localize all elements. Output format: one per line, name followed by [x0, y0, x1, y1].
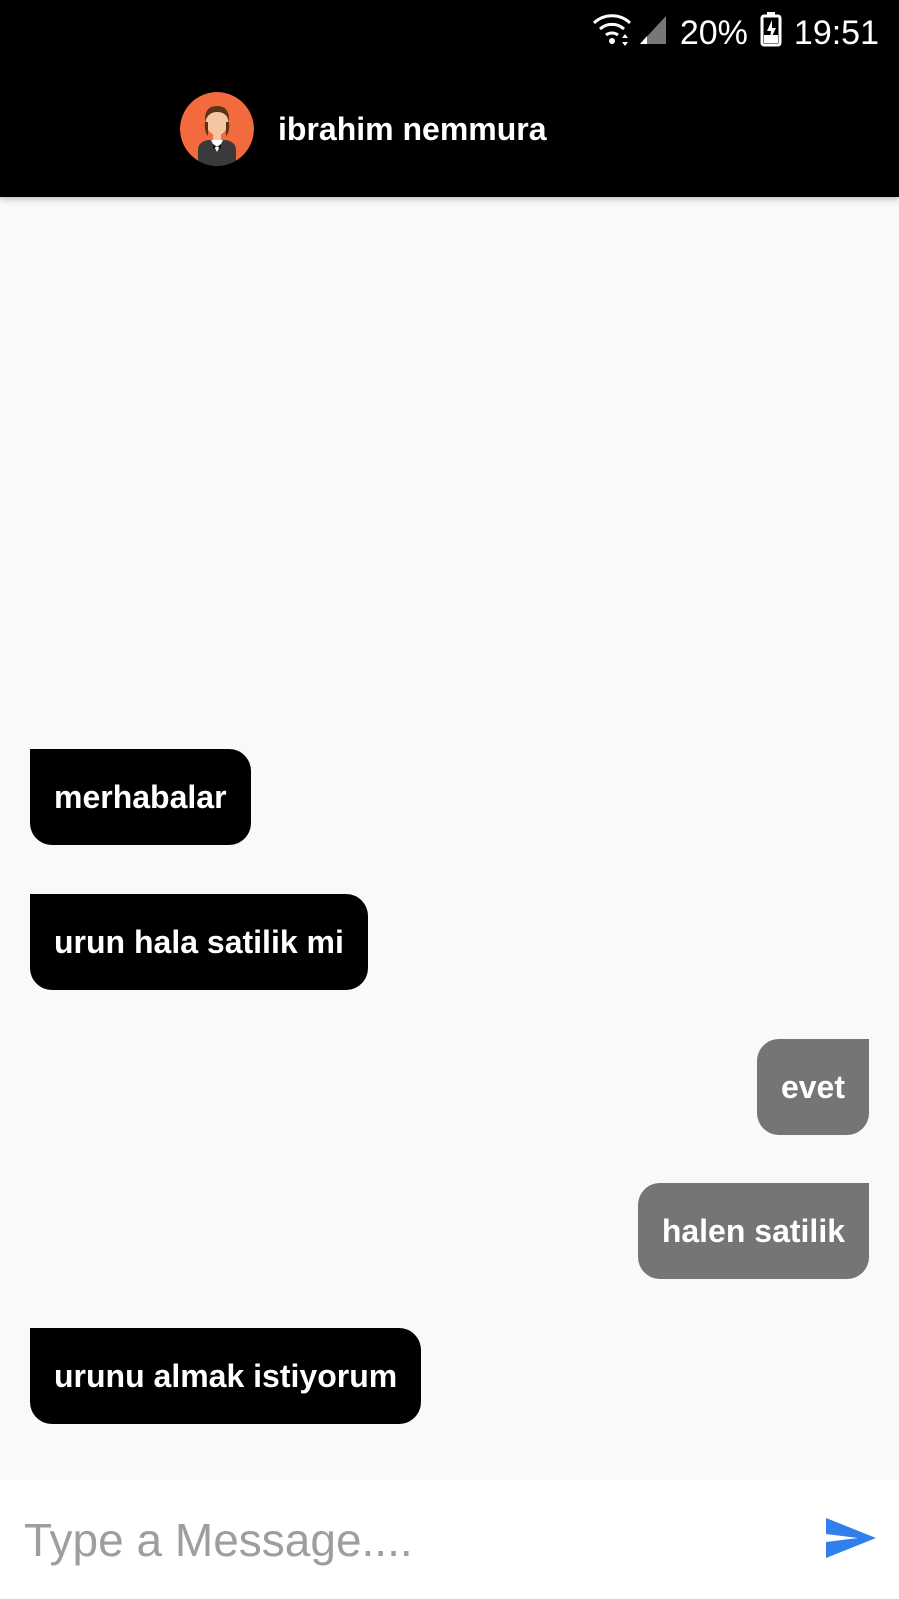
message-list[interactable]: merhabalar urun hala satilik mi evet hal…: [0, 197, 899, 1480]
message-bubble-outgoing[interactable]: evet: [756, 1039, 869, 1135]
status-icons: [592, 12, 668, 55]
battery-percent: 20%: [679, 13, 748, 52]
message-bubble-incoming[interactable]: merhabalar: [30, 749, 251, 845]
message-bubble-incoming[interactable]: urunu almak istiyorum: [30, 1328, 422, 1424]
message-text: urunu almak istiyorum: [54, 1357, 398, 1394]
message-text: merhabalar: [54, 778, 227, 815]
message-text: halen satilik: [661, 1212, 845, 1249]
wifi-icon: [592, 12, 632, 55]
clock: 19:51: [793, 13, 879, 52]
signal-icon: [638, 12, 668, 55]
message-text: urun hala satilik mi: [54, 923, 344, 960]
status-bar: 20% 19:51: [592, 10, 879, 56]
contact-name[interactable]: ibrahim nemmura: [278, 111, 547, 148]
message-composer: [0, 1480, 899, 1599]
app-header: 20% 19:51 ibrahim nemmura: [0, 0, 899, 197]
message-bubble-incoming[interactable]: urun hala satilik mi: [30, 894, 368, 990]
message-bubble-outgoing[interactable]: halen satilik: [637, 1183, 869, 1279]
send-button[interactable]: [823, 1512, 879, 1568]
message-text: evet: [780, 1068, 845, 1105]
user-avatar-icon[interactable]: [180, 92, 254, 166]
message-input[interactable]: [24, 1499, 784, 1580]
battery-charging-icon: [760, 11, 782, 56]
send-icon: [824, 1514, 878, 1567]
chat-toolbar: ibrahim nemmura: [0, 90, 899, 168]
